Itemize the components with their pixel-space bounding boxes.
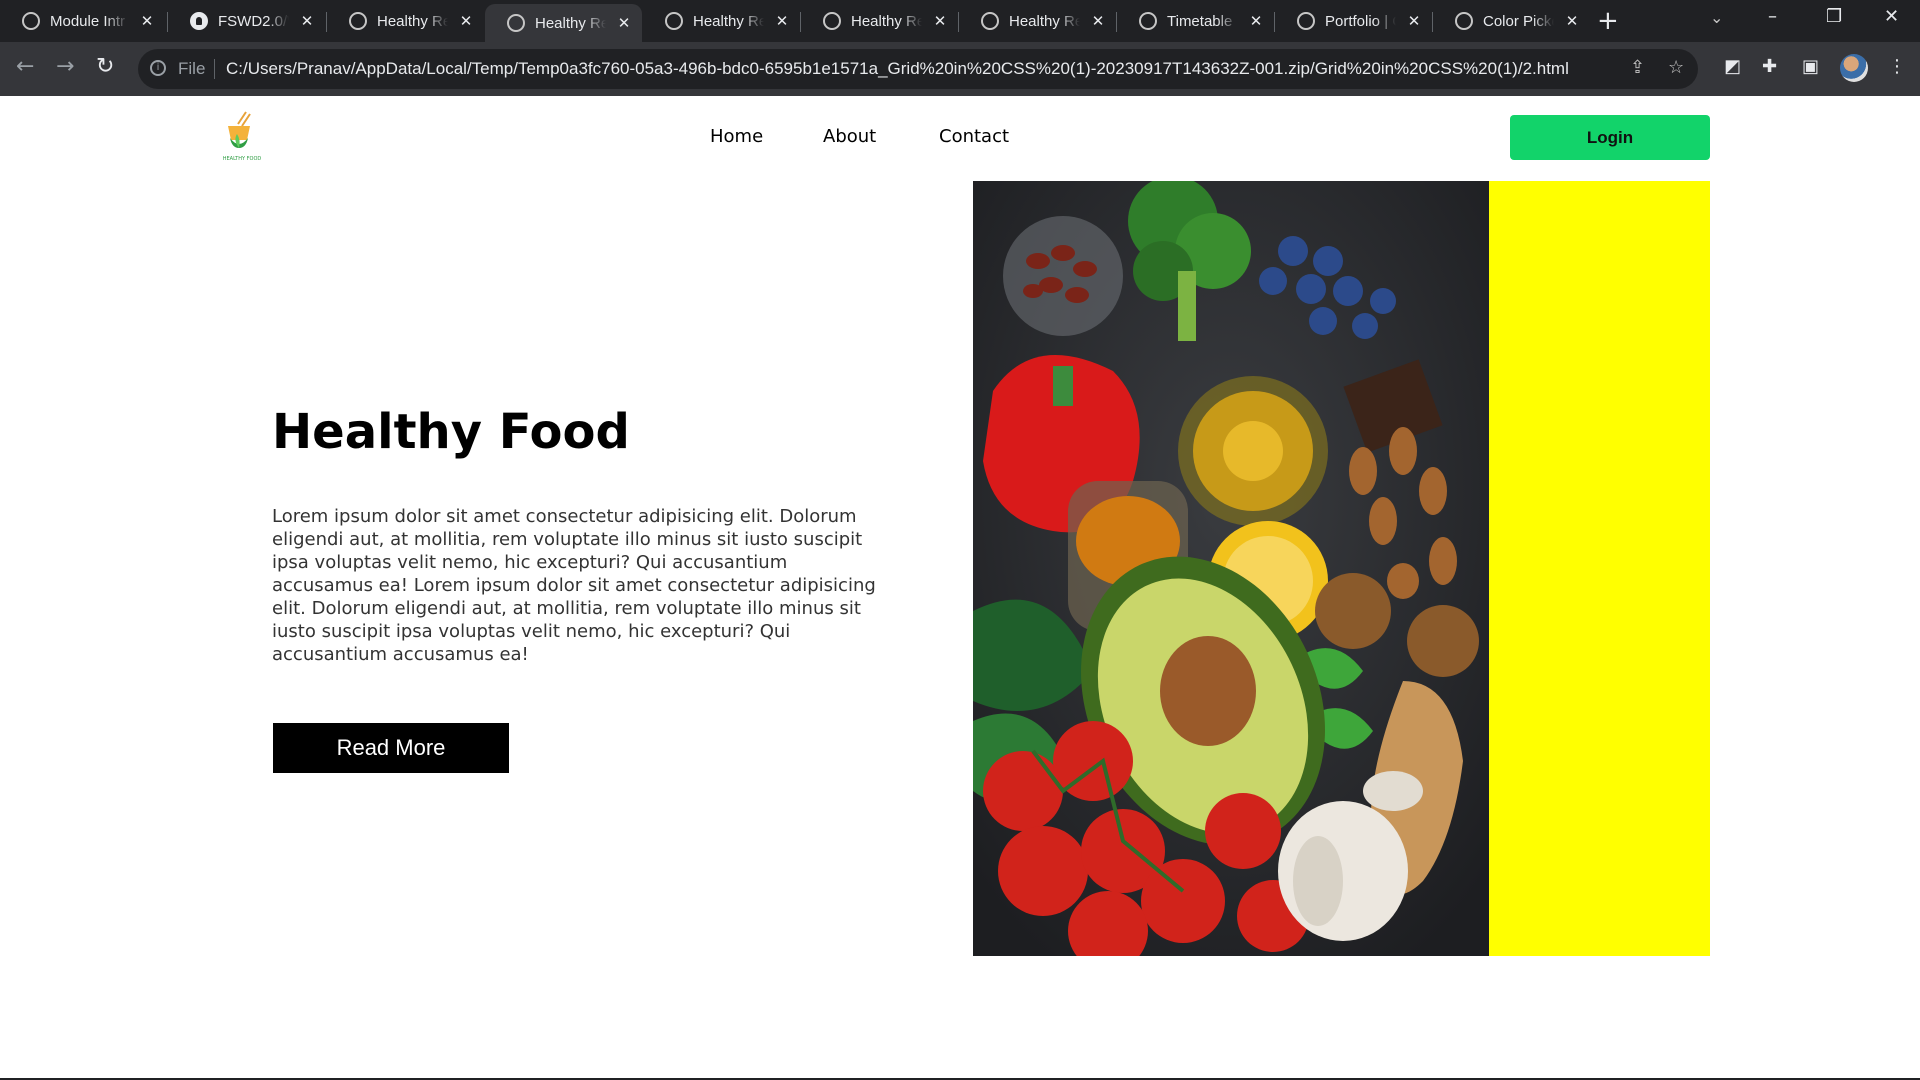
site-logo[interactable]: HEALTHY FOOD: [216, 108, 268, 162]
tab-title: Healthy Res: [1009, 12, 1080, 30]
browser-tab[interactable]: FSWD2.0/W ✕: [168, 0, 325, 42]
tab-title: Module Intr: [50, 12, 126, 30]
close-icon[interactable]: ✕: [1248, 12, 1264, 30]
address-divider: [214, 59, 215, 79]
svg-text:HEALTHY FOOD: HEALTHY FOOD: [223, 156, 262, 162]
hero-food-image: [973, 181, 1489, 956]
browser-tab[interactable]: Module Intr ✕: [0, 0, 165, 42]
page-viewport: HEALTHY FOOD Home About Contact Login He…: [0, 96, 1920, 1080]
restore-icon[interactable]: ❐: [1826, 6, 1842, 27]
puzzle-extensions-icon[interactable]: ✚: [1762, 56, 1777, 77]
close-icon[interactable]: ✕: [1090, 12, 1106, 30]
tab-title: Healthy Res: [535, 14, 606, 32]
close-icon[interactable]: ✕: [774, 12, 790, 30]
browser-tab-strip: Module Intr ✕ FSWD2.0/W ✕ Healthy Res ✕ …: [0, 0, 1920, 42]
globe-icon: [823, 12, 841, 30]
nav-link-contact[interactable]: Contact: [939, 126, 1009, 147]
window-close-icon[interactable]: ✕: [1884, 6, 1899, 27]
side-panel-icon[interactable]: ▣: [1802, 56, 1819, 77]
profile-avatar[interactable]: [1840, 54, 1868, 82]
tab-title: FSWD2.0/W: [218, 12, 289, 30]
menu-kebab-icon[interactable]: ⋮: [1888, 56, 1906, 77]
tab-search-chevron-icon[interactable]: ⌄: [1710, 8, 1723, 27]
extension-icon[interactable]: ◩: [1724, 56, 1741, 77]
globe-icon: [1455, 12, 1473, 30]
info-icon[interactable]: i: [150, 60, 166, 76]
globe-icon: [665, 12, 683, 30]
close-icon[interactable]: ✕: [1564, 12, 1580, 30]
share-icon[interactable]: ⇪: [1630, 57, 1645, 78]
globe-icon: [349, 12, 367, 30]
login-button[interactable]: Login: [1510, 115, 1710, 160]
browser-tab[interactable]: Color Picker ✕: [1433, 0, 1590, 42]
globe-icon: [981, 12, 999, 30]
minimize-icon[interactable]: –: [1768, 6, 1777, 27]
github-icon: [190, 12, 208, 30]
globe-icon: [1139, 12, 1157, 30]
read-more-button[interactable]: Read More: [273, 723, 509, 773]
address-url[interactable]: C:/Users/Pranav/AppData/Local/Temp/Temp0…: [226, 59, 1569, 79]
browser-tab[interactable]: Healthy Res ✕: [643, 0, 800, 42]
tab-title: Portfolio | C: [1325, 12, 1396, 30]
nav-link-home[interactable]: Home: [710, 126, 763, 147]
browser-toolbar: ← → ↻ i File C:/Users/Pranav/AppData/Loc…: [0, 42, 1920, 96]
tab-title: Color Picker: [1483, 12, 1554, 30]
address-bar[interactable]: i File C:/Users/Pranav/AppData/Local/Tem…: [138, 49, 1698, 89]
close-icon[interactable]: ✕: [616, 14, 632, 32]
browser-tab[interactable]: Timetable ✕: [1117, 0, 1274, 42]
hero-paragraph: Lorem ipsum dolor sit amet consectetur a…: [272, 506, 876, 665]
nav-link-about[interactable]: About: [823, 126, 876, 147]
tab-title: Healthy Res: [693, 12, 764, 30]
reload-icon[interactable]: ↻: [96, 54, 114, 79]
globe-icon: [22, 12, 40, 30]
browser-tab[interactable]: Healthy Res ✕: [959, 0, 1116, 42]
globe-icon: [1297, 12, 1315, 30]
close-icon[interactable]: ✕: [1406, 12, 1422, 30]
close-icon[interactable]: ✕: [139, 12, 155, 30]
globe-icon: [507, 14, 525, 32]
address-scheme-label: File: [178, 59, 206, 78]
browser-tab[interactable]: Portfolio | C ✕: [1275, 0, 1432, 42]
close-icon[interactable]: ✕: [932, 12, 948, 30]
tab-title: Healthy Res: [377, 12, 448, 30]
hero-title: Healthy Food: [272, 404, 630, 460]
new-tab-icon[interactable]: +: [1597, 6, 1619, 36]
close-icon[interactable]: ✕: [299, 12, 315, 30]
browser-tab-active[interactable]: Healthy Res ✕: [485, 4, 642, 42]
bookmark-star-icon[interactable]: ☆: [1668, 57, 1684, 78]
browser-tab[interactable]: Healthy Res ✕: [327, 0, 484, 42]
close-icon[interactable]: ✕: [458, 12, 474, 30]
forward-icon[interactable]: →: [56, 54, 74, 79]
tab-title: Healthy Res: [851, 12, 922, 30]
tab-title: Timetable: [1167, 12, 1233, 30]
yellow-accent-panel: [1489, 181, 1710, 956]
browser-tab[interactable]: Healthy Res ✕: [801, 0, 958, 42]
back-icon[interactable]: ←: [16, 54, 34, 79]
